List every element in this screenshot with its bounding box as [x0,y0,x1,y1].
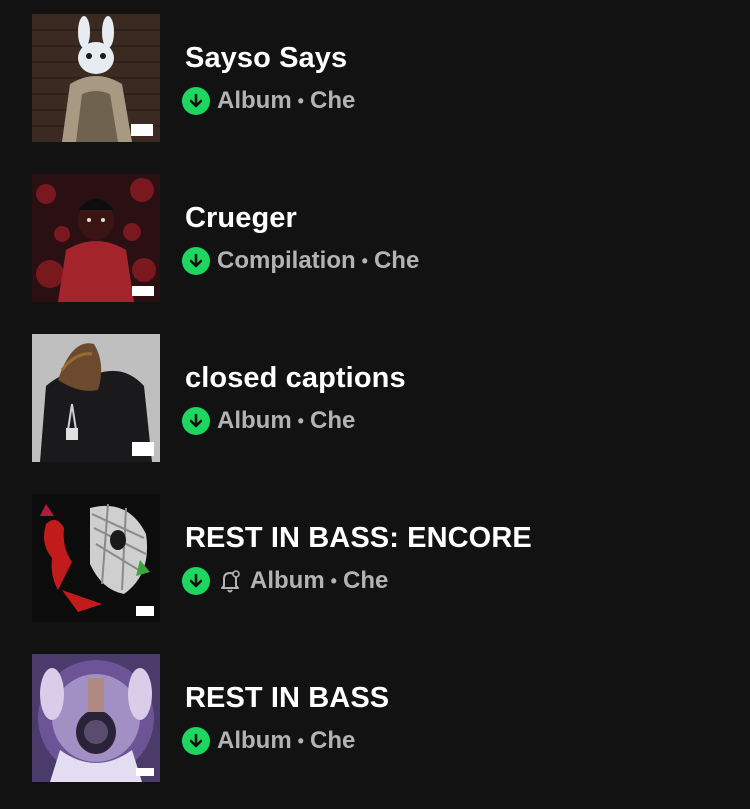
separator: • [330,570,337,591]
album-artist: Che [309,87,356,114]
album-subtitle: Compilation • Che [182,246,419,276]
downloaded-icon [182,567,210,595]
album-subtitle: Album • Che [182,406,355,436]
bloody-figure-cover [32,174,160,302]
album-subtitle: Album • Che [182,726,355,756]
list-item[interactable]: Crueger Compilation • Che [0,174,750,302]
album-cover [32,334,160,462]
bell-icon [217,567,243,595]
hooded-figure-cover [32,334,160,462]
list-item[interactable]: Sayso Says Album • Che [0,14,750,142]
album-type: Album [217,407,292,434]
album-title: closed captions [185,362,406,394]
list-item[interactable]: closed captions Album • Che [0,334,750,462]
album-artist: Che [373,247,420,274]
separator: • [297,730,304,751]
separator: • [361,250,368,271]
separator: • [297,410,304,431]
downloaded-icon [182,87,210,115]
album-subtitle: Album • Che [182,566,388,596]
album-title: REST IN BASS: ENCORE [185,522,532,554]
album-title: Crueger [185,202,297,234]
list-item[interactable]: REST IN BASS Album • Che [0,654,750,782]
album-artist: Che [309,727,356,754]
album-type: Album [250,567,325,594]
album-cover [32,14,160,142]
album-type: Album [217,87,292,114]
album-cover [32,654,160,782]
downloaded-icon [182,727,210,755]
album-artist: Che [309,407,356,434]
skull-devil-cover [32,494,160,622]
album-title: REST IN BASS [185,682,390,714]
album-artist: Che [342,567,389,594]
album-cover [32,174,160,302]
psychedelic-cover [32,654,160,782]
album-cover [32,494,160,622]
album-type: Compilation [217,247,356,274]
downloaded-icon [182,247,210,275]
album-type: Album [217,727,292,754]
rabbit-mask-cover [32,14,160,142]
separator: • [297,90,304,111]
album-subtitle: Album • Che [182,86,355,116]
album-title: Sayso Says [185,42,348,74]
list-item[interactable]: REST IN BASS: ENCORE Album • Che [0,494,750,622]
downloaded-icon [182,407,210,435]
